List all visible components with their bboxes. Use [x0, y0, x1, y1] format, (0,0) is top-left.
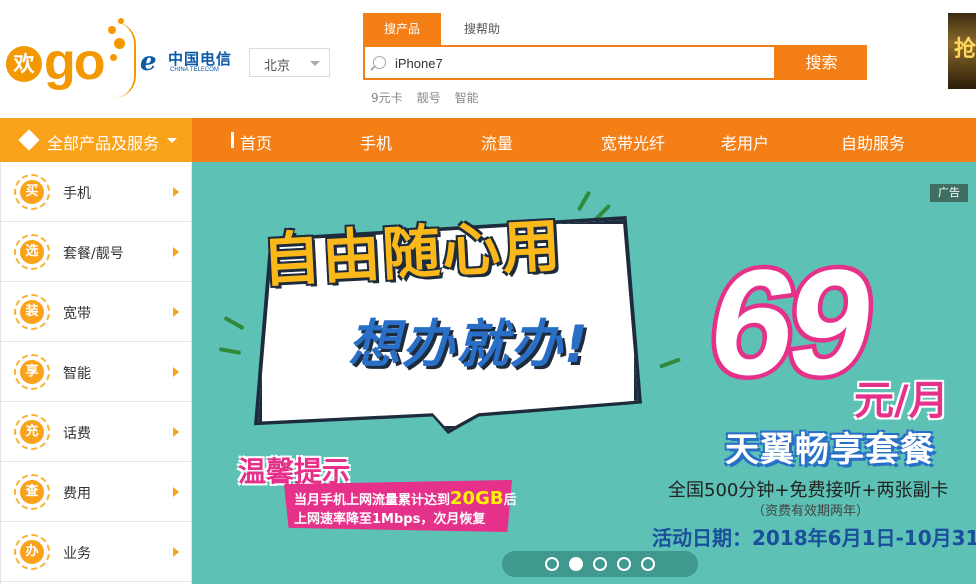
hot-word-link[interactable]: 靓号 — [417, 91, 441, 105]
sidebar-item-broadband[interactable]: 装 宽带 — [1, 282, 192, 342]
huango-logo[interactable]: 欢 go — [4, 16, 136, 98]
logo-arc — [114, 22, 136, 98]
sidebar-badge: 装 — [14, 294, 50, 330]
main-nav: 全部产品及服务 首页 手机 流量 宽带光纤 老用户 自助服务 — [0, 118, 976, 162]
china-telecom-logo: ℯ 中国电信 CHINA TELECOM — [140, 46, 233, 80]
city-selector[interactable]: 北京 — [249, 48, 330, 77]
sidebar-item-label: 费用 — [63, 486, 91, 502]
carousel-dot[interactable] — [545, 557, 559, 571]
sidebar-item-smart[interactable]: 享 智能 — [1, 342, 192, 402]
logo-huan-badge: 欢 — [6, 46, 42, 82]
tab-search-help[interactable]: 搜帮助 — [443, 13, 521, 45]
ad-tag: 广告 — [930, 184, 968, 202]
site-header: 欢 go ℯ 中国电信 CHINA TELECOM 北京 搜产品 搜帮助 搜索 … — [0, 0, 976, 118]
search-button[interactable]: 搜索 — [776, 45, 867, 80]
nav-item-existing-users[interactable]: 老用户 — [721, 130, 769, 154]
sidebar-item-plans[interactable]: 选 套餐/靓号 — [1, 222, 192, 282]
tip-line1: 当月手机上网流量累计达到20GB后 — [294, 488, 517, 509]
sidebar-badge: 办 — [14, 534, 50, 570]
promo-banner[interactable]: 广告 自由随心用 想办就办! 温馨提示 当月手机上网流量累计达到20GB后 上网… — [192, 162, 976, 584]
header-ad-image[interactable]: 抢 — [948, 13, 976, 89]
sidebar-item-billing[interactable]: 查 费用 — [1, 462, 192, 522]
sidebar-item-label: 话费 — [63, 426, 91, 442]
banner-slogan-line1: 自由随心用 — [260, 211, 564, 295]
price-unit: 元/月 — [854, 378, 949, 424]
burst-decoration — [218, 347, 242, 355]
chevron-right-icon — [173, 487, 179, 497]
carousel-dot[interactable] — [593, 557, 607, 571]
burst-decoration — [223, 315, 245, 331]
chevron-right-icon — [173, 247, 179, 257]
city-label: 北京 — [264, 59, 291, 74]
sidebar-item-label: 宽带 — [63, 306, 91, 322]
sidebar-badge: 充 — [14, 414, 50, 450]
tab-search-products[interactable]: 搜产品 — [363, 13, 441, 45]
package-description: 全国500分钟+免费接听+两张副卡 — [668, 480, 949, 501]
chevron-down-icon — [167, 138, 177, 143]
sidebar-badge: 选 — [14, 234, 50, 270]
sidebar-badge: 买 — [14, 174, 50, 210]
carousel-indicators — [502, 551, 698, 577]
hot-words: 9元卡 靓号 智能 — [371, 89, 493, 106]
telecom-en-name: CHINA TELECOM — [170, 67, 219, 73]
package-name: 天翼畅享套餐 — [725, 430, 935, 470]
hot-word-link[interactable]: 9元卡 — [371, 91, 403, 105]
hot-word-link[interactable]: 智能 — [455, 91, 479, 105]
sidebar-item-services[interactable]: 办 业务 — [1, 522, 192, 582]
chevron-right-icon — [173, 367, 179, 377]
search-box — [363, 45, 776, 80]
nav-active-indicator — [231, 132, 234, 148]
nav-item-data[interactable]: 流量 — [481, 130, 513, 154]
nav-item-broadband[interactable]: 宽带光纤 — [601, 130, 665, 154]
nav-item-self-service[interactable]: 自助服务 — [841, 130, 905, 154]
search-icon — [373, 56, 386, 69]
package-validity: （资费有效期两年） — [752, 504, 870, 519]
price-number: 69 — [696, 234, 883, 411]
sidebar-badge: 享 — [14, 354, 50, 390]
sidebar-item-label: 业务 — [63, 546, 91, 562]
logo-go-text: go — [44, 33, 106, 91]
sidebar-badge: 查 — [14, 474, 50, 510]
chevron-down-icon — [310, 61, 320, 66]
burst-decoration — [576, 190, 592, 212]
chevron-right-icon — [173, 187, 179, 197]
carousel-dot[interactable] — [617, 557, 631, 571]
chevron-right-icon — [173, 427, 179, 437]
banner-slogan-line2: 想办就办! — [348, 315, 590, 375]
carousel-dot-active[interactable] — [569, 557, 583, 571]
header-ad-char: 抢 — [954, 37, 976, 62]
chevron-right-icon — [173, 547, 179, 557]
category-sidebar: 买 手机 选 套餐/靓号 装 宽带 享 智能 充 话费 查 费用 办 业务 — [0, 162, 192, 584]
nav-item-home[interactable]: 首页 — [240, 130, 272, 154]
chevron-right-icon — [173, 307, 179, 317]
sidebar-item-label: 手机 — [63, 186, 91, 202]
telecom-cn-name: 中国电信 — [168, 50, 233, 68]
price-block: 69 元/月 — [696, 234, 962, 425]
activity-date: 活动日期：2018年6月1日-10月31日 — [652, 526, 976, 550]
telecom-mark-icon: ℯ — [140, 47, 157, 77]
nav-item-phones[interactable]: 手机 — [360, 130, 392, 154]
tip-line2: 上网速率降至1Mbps，次月恢复 — [294, 512, 486, 527]
sidebar-item-topup[interactable]: 充 话费 — [1, 402, 192, 462]
diamond-grid-icon — [18, 129, 40, 151]
carousel-dot[interactable] — [641, 557, 655, 571]
all-products-label: 全部产品及服务 — [47, 134, 160, 153]
search-input[interactable] — [395, 53, 765, 73]
sidebar-item-label: 智能 — [63, 366, 91, 382]
sidebar-item-label: 套餐/靓号 — [63, 246, 124, 262]
sidebar-item-phones[interactable]: 买 手机 — [1, 162, 192, 222]
all-products-menu[interactable]: 全部产品及服务 — [0, 118, 192, 162]
burst-decoration — [658, 357, 682, 369]
